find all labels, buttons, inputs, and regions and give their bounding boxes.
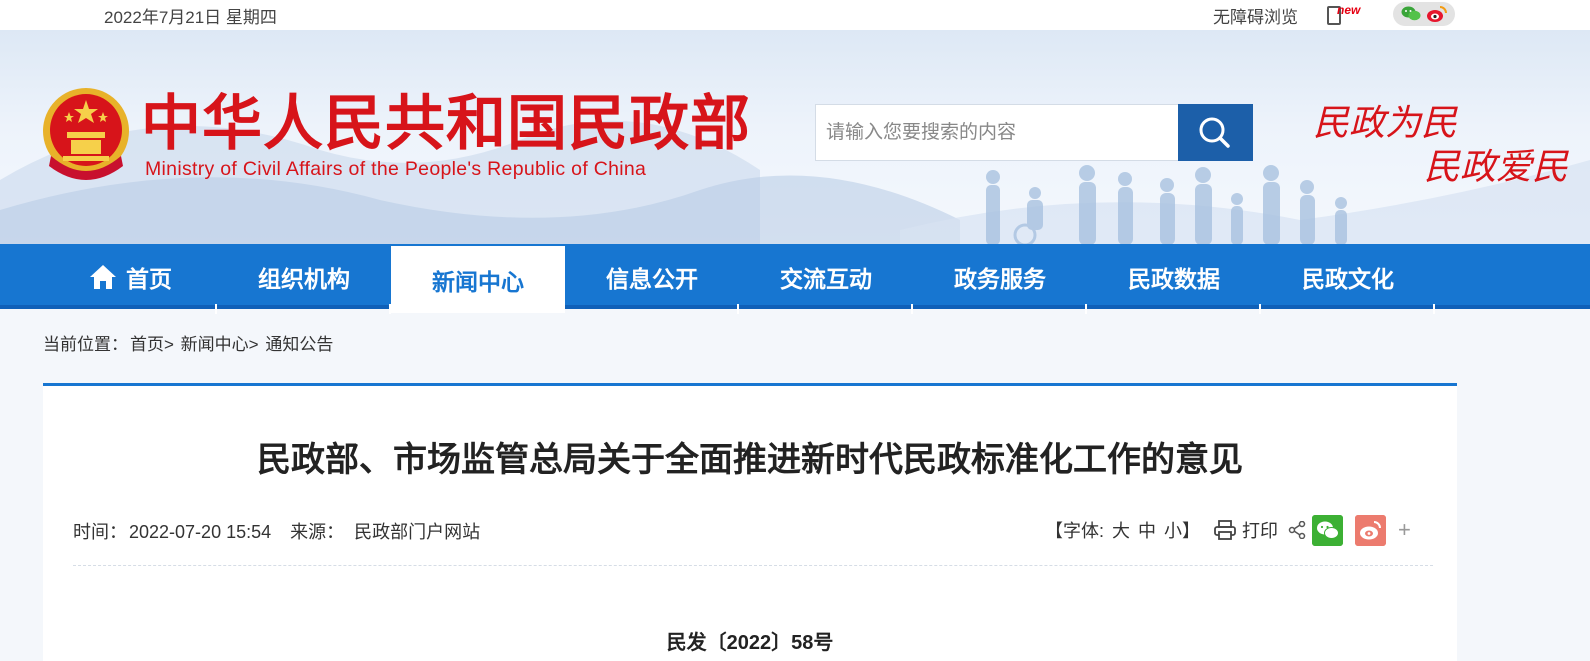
meta-divider bbox=[73, 565, 1433, 566]
search-icon bbox=[1199, 117, 1230, 148]
nav-item-interaction[interactable]: 交流互动 bbox=[739, 244, 913, 314]
nav-item-news-center[interactable]: 新闻中心 bbox=[391, 246, 565, 313]
slogan-line-2: 民政爱民 bbox=[1424, 147, 1569, 188]
font-size-medium[interactable]: 中 bbox=[1138, 517, 1156, 543]
search-button[interactable] bbox=[1178, 104, 1253, 161]
nav-label: 民政数据 bbox=[1128, 265, 1220, 292]
nav-item-organization[interactable]: 组织机构 bbox=[217, 244, 391, 314]
print-button[interactable]: 打印 bbox=[1214, 517, 1278, 543]
people-silhouettes-decoration bbox=[986, 165, 1347, 244]
nav-label: 政务服务 bbox=[954, 265, 1046, 292]
share-icon[interactable] bbox=[1288, 521, 1306, 539]
nav-item-government-services[interactable]: 政务服务 bbox=[913, 244, 1087, 314]
wechat-icon[interactable] bbox=[1401, 6, 1421, 21]
ministry-title-cn: 中华人民共和国民政部 bbox=[141, 89, 751, 159]
weibo-share-icon[interactable] bbox=[1355, 514, 1387, 546]
breadcrumb-prefix: 当前位置： bbox=[43, 335, 128, 354]
nav-item-civil-culture[interactable]: 民政文化 bbox=[1261, 244, 1435, 314]
search-input[interactable] bbox=[816, 105, 1176, 160]
nav-label: 组织机构 bbox=[258, 265, 350, 292]
font-size-large[interactable]: 大 bbox=[1112, 517, 1130, 543]
time-label: 时间： bbox=[73, 522, 127, 542]
main-navigation: 首页 组织机构 新闻中心 信息公开 交流互动 政务服务 民政数据 民政文化 bbox=[0, 244, 1590, 314]
home-icon bbox=[90, 264, 116, 289]
weibo-icon[interactable] bbox=[1426, 5, 1448, 23]
article-source: 民政部门户网站 bbox=[354, 522, 481, 542]
nav-item-information-disclosure[interactable]: 信息公开 bbox=[565, 244, 739, 314]
source-label: 来源： bbox=[290, 522, 345, 542]
wechat-share-icon[interactable] bbox=[1312, 514, 1344, 546]
nav-item-home[interactable]: 首页 bbox=[43, 244, 217, 314]
nav-item-civil-data[interactable]: 民政数据 bbox=[1087, 244, 1261, 314]
new-badge: new bbox=[1337, 3, 1361, 17]
nav-label: 首页 bbox=[126, 265, 172, 292]
document-number: 民发〔2022〕58号 bbox=[666, 632, 834, 654]
article-tools: 【字体: 大 中 小】 打印 + bbox=[1045, 512, 1411, 548]
nav-label: 民政文化 bbox=[1302, 265, 1394, 292]
mobile-version-link[interactable]: new bbox=[1327, 3, 1361, 27]
search-box bbox=[815, 104, 1253, 161]
article-meta: 时间： 2022-07-20 15:54 来源： 民政部门户网站 bbox=[73, 518, 494, 544]
social-links bbox=[1393, 2, 1455, 26]
printer-icon bbox=[1214, 520, 1236, 540]
accessibility-link[interactable]: 无障碍浏览 bbox=[1213, 3, 1298, 28]
publish-time: 2022-07-20 15:54 bbox=[129, 522, 272, 542]
breadcrumb-home[interactable]: 首页> bbox=[130, 335, 174, 354]
font-size-small[interactable]: 小】 bbox=[1164, 517, 1200, 543]
ministry-title-en: Ministry of Civil Affairs of the People'… bbox=[145, 158, 647, 180]
top-bar: 2022年7月21日 星期四 无障碍浏览 new bbox=[0, 0, 1590, 30]
breadcrumb: 当前位置： 首页> 新闻中心> 通知公告 bbox=[43, 330, 335, 355]
article-panel: 民政部、市场监管总局关于全面推进新时代民政标准化工作的意见 时间： 2022-07… bbox=[43, 383, 1457, 661]
national-emblem-logo bbox=[43, 88, 129, 180]
breadcrumb-news-center[interactable]: 新闻中心> bbox=[181, 335, 259, 354]
site-header: 中华人民共和国民政部 Ministry of Civil Affairs of … bbox=[0, 30, 1590, 244]
article-title: 民政部、市场监管总局关于全面推进新时代民政标准化工作的意见 bbox=[257, 441, 1243, 479]
breadcrumb-notices[interactable]: 通知公告 bbox=[265, 335, 333, 354]
font-size-label: 【字体: bbox=[1045, 521, 1105, 541]
nav-label: 新闻中心 bbox=[432, 268, 524, 295]
print-label: 打印 bbox=[1242, 521, 1279, 541]
nav-label: 交流互动 bbox=[780, 265, 872, 292]
more-share-icon[interactable]: + bbox=[1398, 517, 1411, 543]
nav-label: 信息公开 bbox=[606, 265, 698, 292]
current-date: 2022年7月21日 星期四 bbox=[104, 8, 277, 27]
